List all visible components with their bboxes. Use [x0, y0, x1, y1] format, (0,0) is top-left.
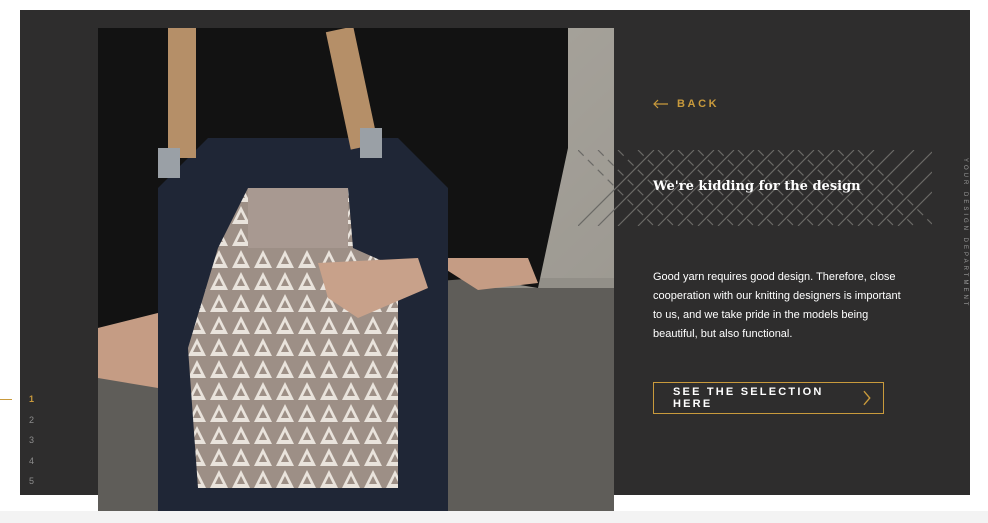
button-border-top	[653, 382, 884, 383]
back-link[interactable]: BACK	[653, 98, 719, 110]
button-border-left	[653, 382, 670, 414]
knitting-photo-illustration	[98, 28, 614, 515]
page-bottom-strip	[0, 511, 988, 523]
hero-photo	[98, 28, 614, 515]
pagination-item[interactable]: 2	[29, 415, 34, 436]
arrow-left-icon	[653, 99, 668, 109]
back-label: BACK	[677, 98, 720, 110]
pagination-item[interactable]: 5	[29, 476, 34, 497]
active-slide-indicator	[0, 399, 12, 400]
section-body-text: Good yarn requires good design. Therefor…	[653, 271, 901, 340]
pagination-item[interactable]: 1	[29, 394, 34, 415]
see-selection-label: SEE THE SELECTION HERE	[673, 386, 824, 410]
button-border-bottom	[653, 413, 884, 414]
side-vertical-label: YOUR DESIGN DEPARTMENT	[962, 158, 974, 338]
section-heading: We're kidding for the design	[653, 179, 861, 194]
see-selection-button[interactable]: SEE THE SELECTION HERE	[653, 382, 884, 414]
side-label-text: YOUR DESIGN DEPARTMENT	[962, 158, 968, 309]
button-border-right	[867, 382, 884, 414]
pagination-item[interactable]: 4	[29, 456, 34, 477]
pagination-item[interactable]: 3	[29, 435, 34, 456]
